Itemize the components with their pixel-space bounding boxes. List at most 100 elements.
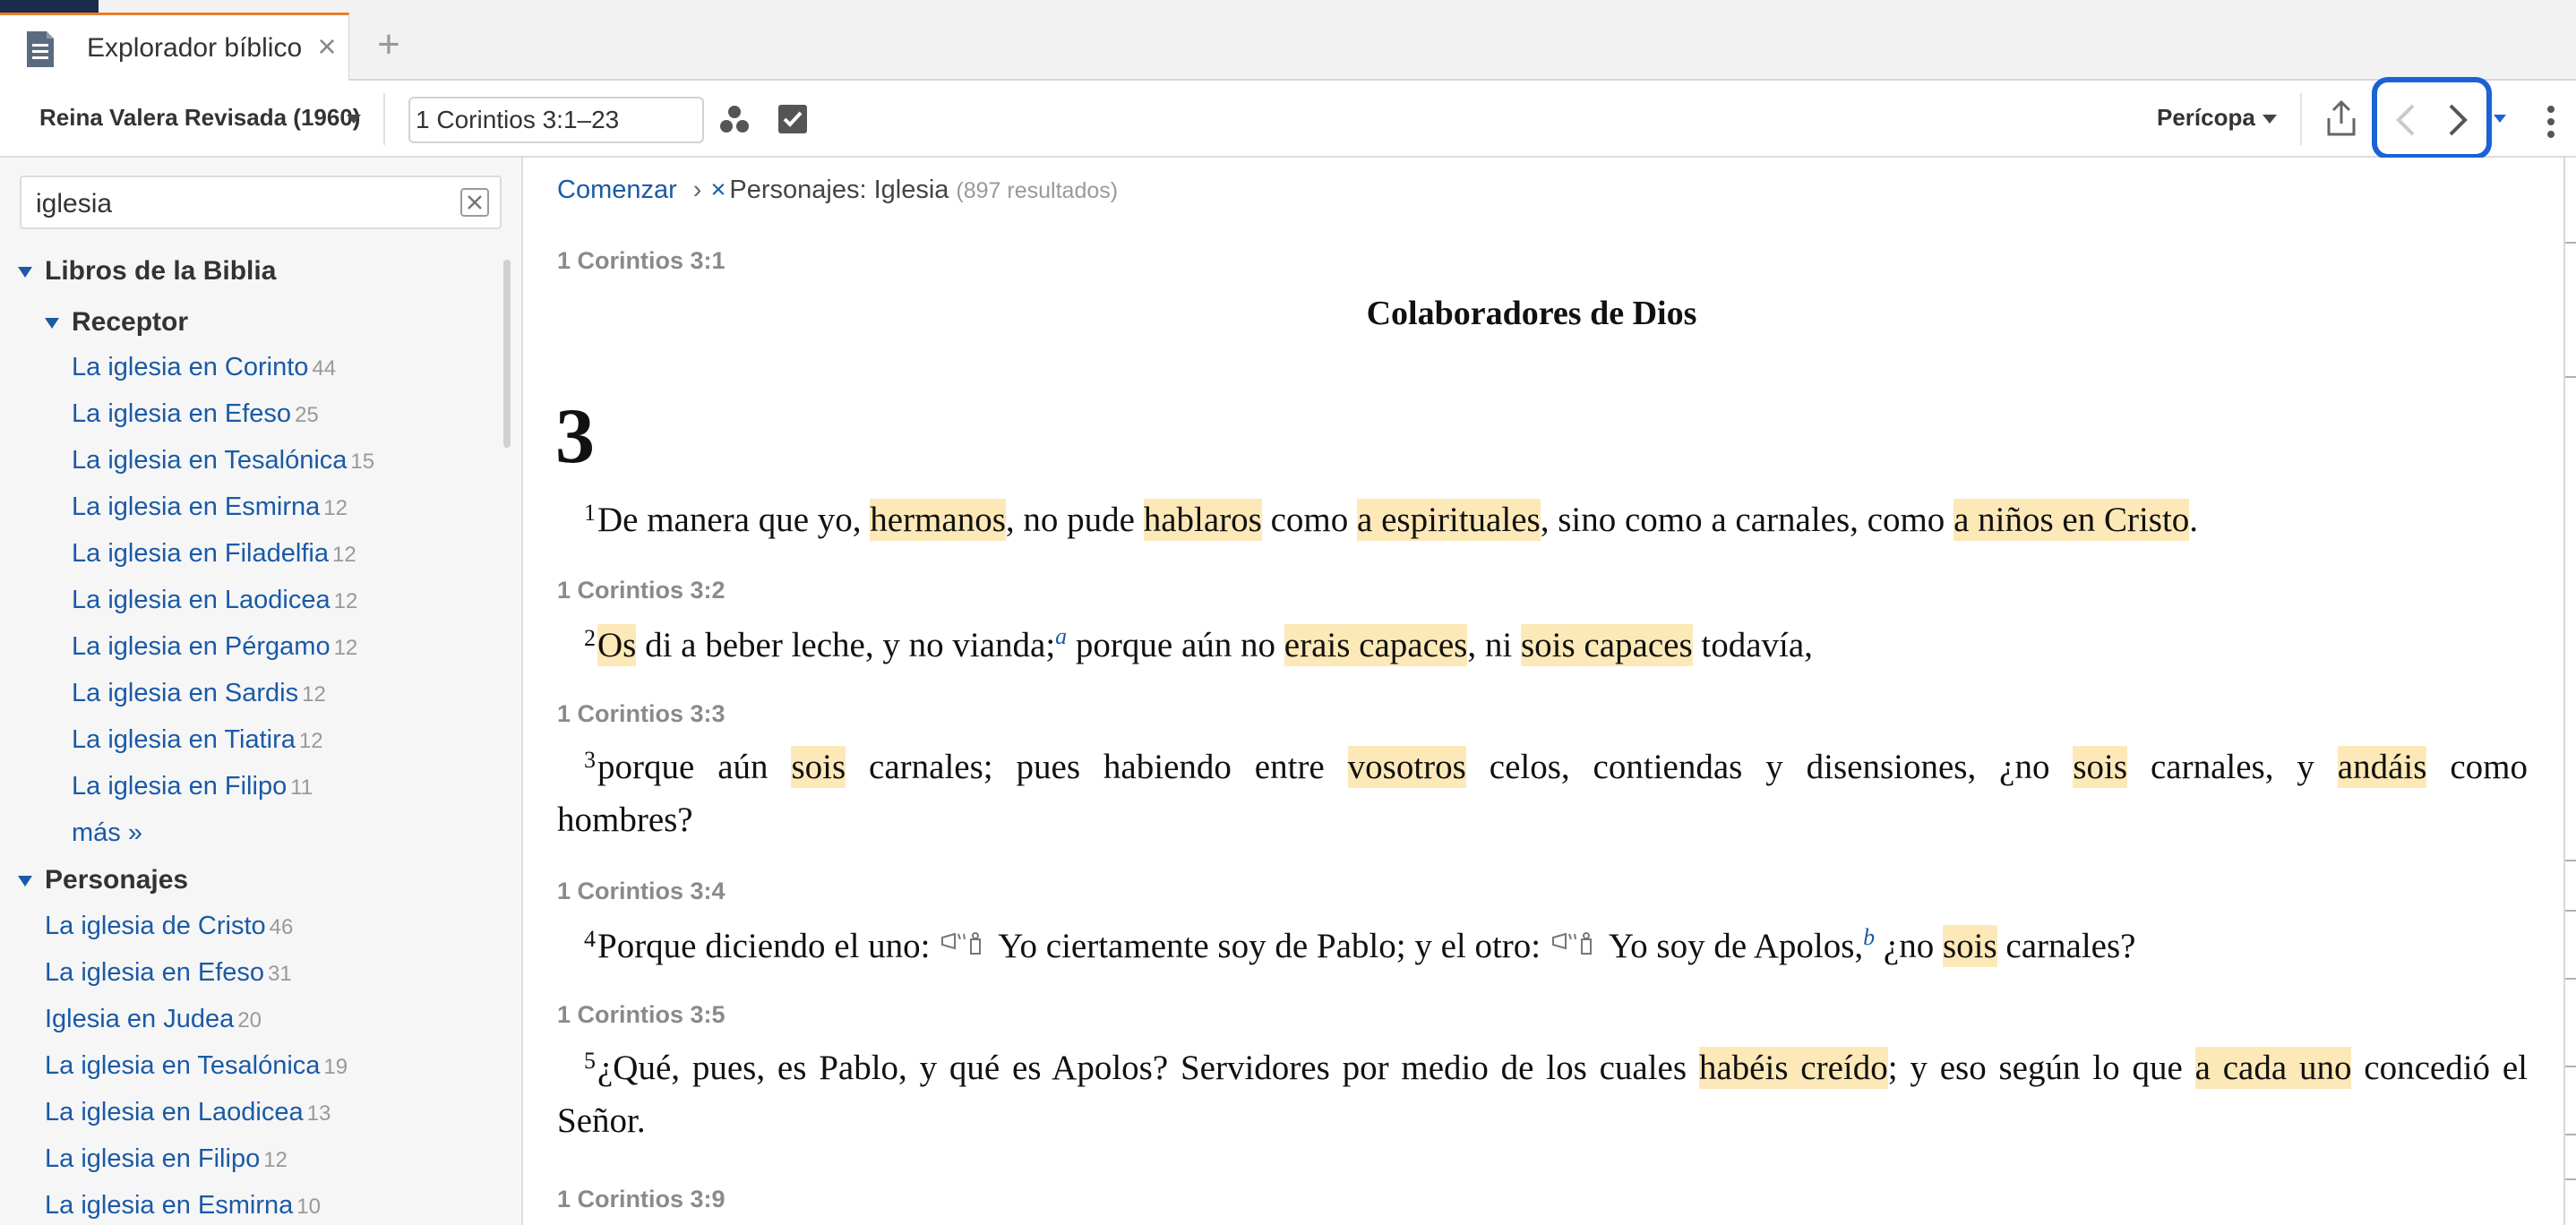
count-badge: 46: [269, 915, 294, 939]
back-icon[interactable]: [2390, 100, 2422, 140]
add-tab-button[interactable]: +: [373, 25, 405, 64]
ruler-tick: [2565, 860, 2576, 861]
verse-reference[interactable]: 1 Corintios 3:5: [557, 1001, 726, 1029]
list-item[interactable]: La iglesia en Efeso 31: [45, 958, 292, 988]
subsection-header-label: Receptor: [72, 307, 189, 337]
speaker-icon[interactable]: [1551, 930, 1607, 957]
count-badge: 15: [350, 450, 375, 474]
chevron-down-icon[interactable]: [347, 115, 361, 124]
search-input[interactable]: [36, 186, 448, 222]
verse-reference[interactable]: 1 Corintios 3:3: [557, 700, 726, 728]
highlighted-word[interactable]: a espirituales: [1357, 499, 1541, 541]
more-link[interactable]: más »: [72, 818, 142, 848]
highlighted-word[interactable]: a cada uno: [2194, 1047, 2352, 1089]
count-badge: 12: [333, 589, 358, 613]
verse-reference[interactable]: 1 Corintios 3:2: [557, 577, 726, 604]
tab-title: Explorador bíblico: [87, 33, 303, 63]
highlighted-word[interactable]: a niños en Cristo: [1953, 499, 2190, 541]
count-badge: 12: [323, 496, 348, 520]
highlighted-word[interactable]: sois: [791, 746, 846, 788]
expand-triangle-icon[interactable]: [45, 318, 59, 329]
list-item[interactable]: La iglesia de Cristo 46: [45, 912, 293, 941]
ruler-tick: [2565, 1178, 2576, 1180]
list-item[interactable]: La iglesia en Efeso 25: [72, 399, 319, 429]
verse-2: 2Os di a beber leche, y no vianda;a porq…: [584, 623, 1813, 666]
highlighted-word[interactable]: habéis creído: [1698, 1047, 1888, 1089]
list-item[interactable]: La iglesia en Laodicea 13: [45, 1098, 331, 1127]
count-badge: 44: [312, 356, 337, 381]
breadcrumb: Comenzar › × Personajes: Iglesia (897 result…: [557, 176, 1118, 205]
expand-triangle-icon[interactable]: [18, 267, 32, 278]
list-item[interactable]: La iglesia en Esmirna 10: [45, 1191, 321, 1221]
highlighted-word[interactable]: sois: [2073, 746, 2128, 788]
clear-search-icon[interactable]: [460, 188, 489, 217]
reference-input[interactable]: [408, 97, 704, 143]
scroll-ruler[interactable]: [2563, 158, 2576, 1225]
breadcrumb-current: Personajes: Iglesia: [729, 176, 949, 204]
ruler-tick: [2565, 242, 2576, 244]
highlighted-word[interactable]: hermanos: [870, 499, 1006, 541]
share-icon[interactable]: [2323, 99, 2359, 138]
verse-1: 1De manera que yo, hermanos, no pude hab…: [584, 499, 2199, 541]
verse-4: 4Porque diciendo el uno: Yo ciertamente …: [584, 924, 2136, 967]
list-item[interactable]: La iglesia en Pérgamo 12: [72, 632, 357, 662]
section-libros-de-la-biblia[interactable]: Libros de la Biblia: [18, 256, 276, 287]
breadcrumb-start-link[interactable]: Comenzar: [557, 176, 677, 204]
bible-version-select[interactable]: Reina Valera Revisada (1960): [39, 104, 360, 132]
count-badge: 12: [298, 729, 323, 753]
list-item[interactable]: La iglesia en Corinto 44: [72, 353, 336, 382]
count-badge: 12: [263, 1148, 288, 1172]
highlighted-word[interactable]: vosotros: [1347, 746, 1466, 788]
highlighted-word[interactable]: andáis: [2337, 746, 2427, 788]
count-badge: 12: [302, 682, 326, 707]
checkbox-icon[interactable]: [777, 104, 808, 134]
verse-reference[interactable]: 1 Corintios 3:4: [557, 878, 726, 905]
expand-triangle-icon[interactable]: [18, 876, 32, 887]
section-header-label: Personajes: [45, 865, 189, 895]
highlighted-word[interactable]: hablaros: [1143, 499, 1262, 541]
footnote-marker[interactable]: a: [1055, 623, 1067, 649]
verse-number: 3: [584, 747, 596, 773]
footnote-marker[interactable]: b: [1863, 924, 1875, 950]
highlighted-word[interactable]: Os: [597, 624, 637, 666]
list-item[interactable]: La iglesia en Tiatira 12: [72, 725, 323, 755]
verse-5: 5¿Qué, pues, es Pablo, y qué es Apolos? …: [584, 1047, 2528, 1089]
highlighted-word[interactable]: sois: [1942, 925, 1997, 967]
list-item[interactable]: Iglesia en Judea 20: [45, 1005, 262, 1034]
highlighted-word[interactable]: sois capaces: [1520, 624, 1693, 666]
list-item[interactable]: La iglesia en Filipo 11: [72, 772, 313, 801]
ruler-tick: [2565, 1066, 2576, 1067]
list-item[interactable]: La iglesia en Tesalónica 15: [72, 446, 374, 475]
count-badge: 31: [268, 962, 292, 986]
list-item[interactable]: La iglesia en Sardis 12: [72, 679, 326, 708]
count-badge: 13: [306, 1101, 331, 1126]
count-badge: 12: [331, 543, 356, 567]
result-count: (897 resultados): [956, 178, 1119, 203]
highlighted-word[interactable]: erais capaces: [1284, 624, 1468, 666]
history-dropdown-icon[interactable]: [2494, 115, 2506, 123]
app-brand-strip: [0, 0, 99, 13]
subsection-receptor[interactable]: Receptor: [45, 307, 189, 338]
chevron-down-icon[interactable]: [2263, 115, 2277, 124]
verse-3: 3porque aún sois carnales; pues habiendo…: [584, 746, 2528, 788]
list-item[interactable]: La iglesia en Esmirna 12: [72, 493, 348, 522]
verse-3-continuation: hombres?: [557, 801, 693, 839]
more-options-icon[interactable]: [2544, 102, 2558, 141]
remove-filter-icon[interactable]: ×: [710, 176, 726, 204]
list-item[interactable]: La iglesia en Laodicea 12: [72, 586, 357, 615]
list-item[interactable]: La iglesia en Filipo 12: [45, 1144, 288, 1174]
visual-filter-icon[interactable]: [718, 104, 751, 136]
verse-reference[interactable]: 1 Corintios 3:9: [557, 1186, 726, 1213]
tab-close-button[interactable]: ×: [313, 28, 340, 65]
sidebar-scrollbar[interactable]: [503, 260, 511, 448]
view-mode-select[interactable]: Perícopa: [2157, 104, 2255, 132]
count-badge: 11: [290, 775, 313, 800]
list-item[interactable]: La iglesia en Tesalónica 19: [45, 1051, 348, 1081]
list-item[interactable]: La iglesia en Filadelfia 12: [72, 539, 356, 569]
count-badge: 19: [323, 1055, 348, 1079]
tab-explorador-biblico[interactable]: Explorador bíblico ×: [0, 13, 349, 82]
verse-reference[interactable]: 1 Corintios 3:1: [557, 247, 726, 275]
section-personajes[interactable]: Personajes: [18, 865, 189, 895]
forward-icon[interactable]: [2442, 100, 2474, 140]
speaker-icon[interactable]: [940, 930, 996, 957]
